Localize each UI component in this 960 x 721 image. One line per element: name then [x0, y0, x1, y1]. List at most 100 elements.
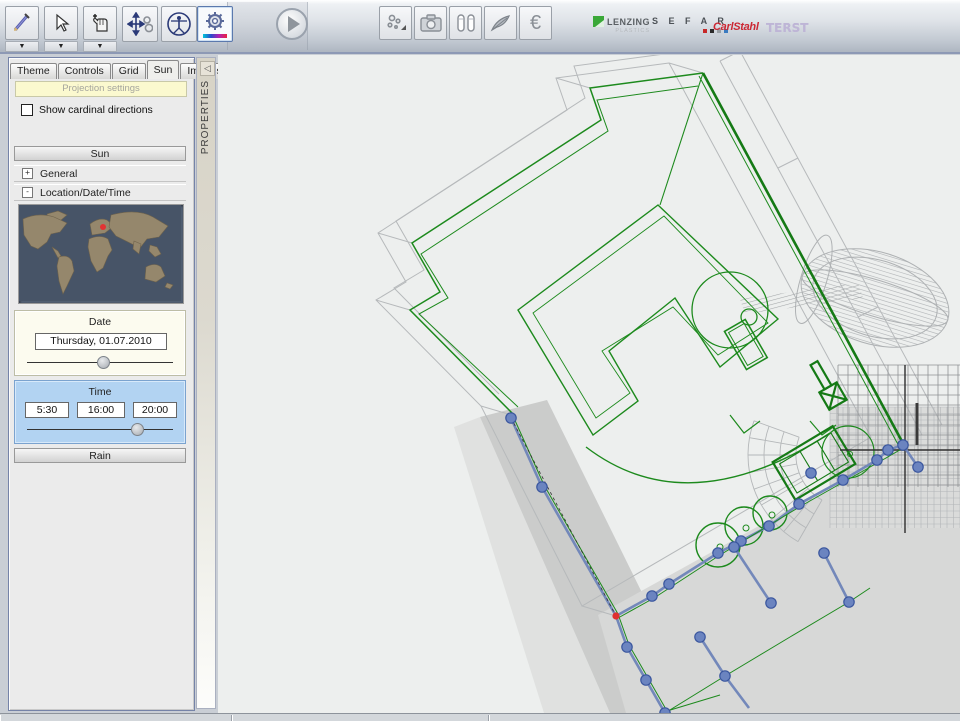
tab-theme[interactable]: Theme: [10, 63, 57, 79]
render-settings-button[interactable]: [197, 6, 233, 42]
node-handle[interactable]: [883, 445, 893, 455]
node-handle[interactable]: [872, 455, 882, 465]
tab-controls[interactable]: Controls: [58, 63, 111, 79]
viewport-canvas[interactable]: [218, 55, 960, 713]
node-handle[interactable]: [766, 598, 776, 608]
pencil-tool-button[interactable]: [5, 6, 39, 40]
pencil-icon: [11, 12, 33, 34]
node-handle[interactable]: [537, 482, 547, 492]
pencil-tool-dropdown[interactable]: ▼: [5, 41, 39, 52]
collapse-minus-icon[interactable]: -: [22, 187, 33, 198]
tab-sun[interactable]: Sun: [147, 60, 180, 79]
select-tool-dropdown[interactable]: ▼: [44, 41, 78, 52]
node-handle[interactable]: [506, 413, 516, 423]
node-handle[interactable]: [622, 642, 632, 652]
status-segment: [232, 715, 489, 721]
euro-button[interactable]: €: [519, 6, 552, 40]
mannequin-button[interactable]: [161, 6, 197, 42]
panel-tab-bar: Theme Controls Grid Sun Images: [10, 60, 192, 79]
time-slider-thumb[interactable]: [131, 423, 144, 436]
date-input[interactable]: Thursday, 01.07.2010: [35, 333, 167, 350]
lenzing-text: LENZING: [607, 17, 650, 27]
time-group: Time 5:30 16:00 20:00: [14, 380, 186, 444]
node-handle[interactable]: [819, 548, 829, 558]
location-marker-dot: [100, 224, 106, 230]
section-location-date-time[interactable]: - Location/Date/Time: [14, 184, 186, 201]
tab-grid[interactable]: Grid: [112, 63, 146, 79]
lenzing-logo: LENZING PLASTICS: [593, 16, 650, 34]
feather-icon: [489, 13, 513, 33]
section-location-label: Location/Date/Time: [40, 187, 131, 199]
cardinal-directions-row: Show cardinal directions: [21, 104, 153, 116]
add-figure-tool-dropdown[interactable]: ▼: [83, 41, 117, 52]
time-label: Time: [15, 386, 185, 398]
cursor-icon: [51, 13, 71, 33]
carl-stahl-text: CarlStahl: [713, 21, 759, 33]
particles-icon: [385, 12, 407, 34]
node-handle[interactable]: [794, 499, 804, 509]
lenzing-subtext: PLASTICS: [593, 28, 650, 34]
date-label: Date: [15, 316, 185, 328]
collapse-left-icon[interactable]: ◁: [200, 61, 215, 76]
node-handle[interactable]: [647, 591, 657, 601]
play-button[interactable]: [276, 8, 308, 40]
vitruvian-man-icon: [166, 11, 192, 37]
properties-side-tab[interactable]: ◁ PROPERTIES: [196, 57, 216, 709]
world-map[interactable]: [18, 204, 184, 304]
node-handle[interactable]: [720, 671, 730, 681]
camera-icon: [419, 13, 443, 33]
current-time-input[interactable]: 16:00: [77, 402, 125, 418]
feather-button[interactable]: [484, 6, 517, 40]
node-handle[interactable]: [641, 675, 651, 685]
date-group: Date Thursday, 01.07.2010: [14, 310, 186, 376]
spools-button[interactable]: [449, 6, 482, 40]
play-icon: [288, 16, 300, 32]
select-tool-button[interactable]: [44, 6, 78, 40]
node-handle[interactable]: [898, 440, 908, 450]
node-handle[interactable]: [713, 548, 723, 558]
render-settings-gear-icon: [205, 11, 225, 31]
color-gradient-bar: [203, 34, 227, 38]
date-slider-thumb[interactable]: [97, 356, 110, 369]
camera-button[interactable]: [414, 6, 447, 40]
site-plan-drawing: [218, 55, 960, 713]
main-toolbar: ▼ ▼ ▼: [0, 0, 960, 54]
add-figure-tool-button[interactable]: [83, 6, 117, 40]
carl-stahl-logo: CarlStahl: [713, 21, 759, 33]
cardinal-directions-checkbox[interactable]: [21, 104, 33, 116]
euro-icon: €: [530, 12, 541, 35]
lenzing-mark-icon: [593, 16, 604, 27]
time-slider[interactable]: [27, 429, 173, 430]
flag-marker: [805, 358, 846, 410]
section-general[interactable]: + General: [14, 165, 186, 182]
rain-section-header[interactable]: Rain: [14, 448, 186, 463]
sunrise-time-input[interactable]: 5:30: [25, 402, 69, 418]
sun-settings-panel: Theme Controls Grid Sun Images Projectio…: [8, 57, 195, 711]
properties-tab-label: PROPERTIES: [200, 80, 211, 154]
sunset-time-input[interactable]: 20:00: [133, 402, 177, 418]
node-handle[interactable]: [664, 579, 674, 589]
sun-section-header[interactable]: Sun: [14, 146, 186, 161]
outline-logo-text: TERST: [766, 21, 808, 35]
node-handle[interactable]: [844, 597, 854, 607]
world-map-image: [19, 205, 181, 301]
transform-icon: [127, 12, 153, 36]
status-segment: [0, 715, 232, 721]
add-figure-icon: [89, 12, 111, 34]
spiral-stair-plan: [692, 272, 768, 370]
node-handle[interactable]: [913, 462, 923, 472]
date-slider[interactable]: [27, 362, 173, 363]
node-handle[interactable]: [695, 632, 705, 642]
projection-settings-button[interactable]: Projection settings: [15, 81, 187, 97]
expand-plus-icon[interactable]: +: [22, 168, 33, 179]
node-handle[interactable]: [838, 475, 848, 485]
node-handle[interactable]: [729, 542, 739, 552]
outline-logo: TERST: [766, 21, 808, 35]
transform-tool-button[interactable]: [122, 6, 158, 42]
selected-node-handle[interactable]: [612, 612, 619, 619]
node-handle[interactable]: [806, 468, 816, 478]
spools-icon: [455, 12, 477, 34]
particles-button[interactable]: [379, 6, 412, 40]
section-general-label: General: [40, 168, 77, 180]
node-handle[interactable]: [764, 521, 774, 531]
